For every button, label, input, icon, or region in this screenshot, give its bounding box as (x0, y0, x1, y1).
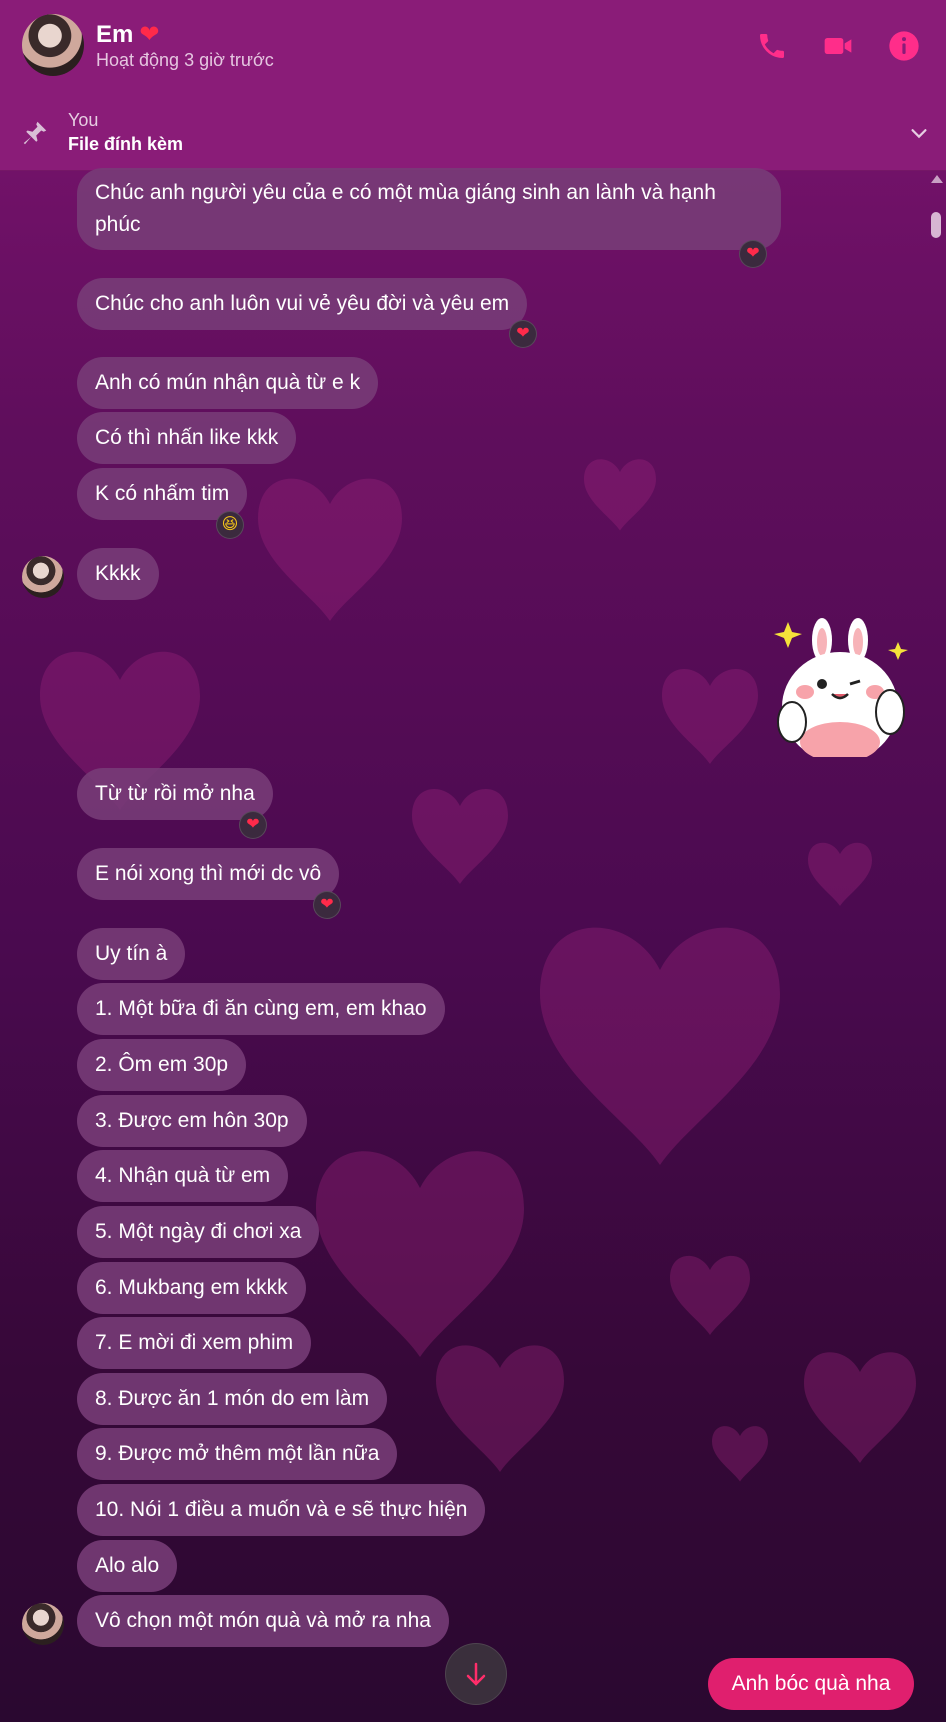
outgoing-message-bubble[interactable]: Anh bóc quà nha (708, 1658, 914, 1710)
heart-reaction[interactable]: ❤ (739, 240, 767, 268)
message-bubble[interactable]: Alo alo (77, 1540, 178, 1592)
pin-icon (23, 121, 47, 145)
sender-avatar[interactable] (22, 556, 64, 598)
video-call-icon[interactable] (822, 30, 854, 62)
pinned-message-bar[interactable]: You File đính kèm (0, 100, 946, 170)
message-bubble[interactable]: Uy tín à (77, 928, 186, 980)
sender-avatar[interactable] (22, 1603, 64, 1645)
scrollbar-thumb[interactable] (931, 212, 941, 238)
message-bubble[interactable]: 3. Được em hôn 30p (77, 1095, 307, 1147)
message-bubble[interactable]: Kkkk (77, 548, 159, 600)
heart-reaction[interactable]: ❤ (239, 811, 267, 839)
message-bubble[interactable]: 9. Được mở thêm một lần nữa (77, 1428, 398, 1480)
message-bubble[interactable]: 8. Được ăn 1 món do em làm (77, 1373, 388, 1425)
message-bubble[interactable]: Chúc anh người yêu của e có một mùa gián… (77, 168, 781, 250)
message-bubble[interactable]: Có thì nhấn like kkk (77, 412, 297, 464)
message-bubble[interactable]: 7. E mời đi xem phim (77, 1317, 312, 1369)
message-bubble[interactable]: 10. Nói 1 điều a muốn và e sẽ thực hiện (77, 1484, 486, 1536)
chevron-down-icon[interactable] (908, 122, 930, 144)
arrow-down-icon (466, 1662, 486, 1686)
message-bubble[interactable]: 1. Một bữa đi ăn cùng em, em khao (77, 983, 445, 1035)
pinned-message: File đính kèm (68, 134, 184, 154)
message-bubble[interactable]: 2. Ôm em 30p (77, 1039, 247, 1091)
contact-name-text: Em (96, 21, 134, 48)
message-bubble[interactable]: Vô chọn một món quà và mở ra nha (77, 1595, 449, 1647)
chat-header: Em ❤ Hoạt động 3 giờ trước You File đính … (0, 0, 946, 171)
contact-name[interactable]: Em ❤ (96, 20, 159, 49)
phone-icon[interactable] (756, 30, 788, 62)
message-bubble[interactable]: Chúc cho anh luôn vui vẻ yêu đời và yêu … (77, 278, 528, 330)
message-bubble[interactable]: 6. Mukbang em kkkk (77, 1262, 306, 1314)
bunny-sticker[interactable] (770, 612, 920, 757)
message-bubble[interactable]: 4. Nhận quà từ em (77, 1150, 289, 1202)
contact-avatar[interactable] (22, 14, 84, 76)
pinned-author: You (68, 110, 99, 130)
scroll-up-arrow[interactable] (931, 175, 943, 183)
message-bubble[interactable]: 5. Một ngày đi chơi xa (77, 1206, 320, 1258)
laugh-reaction[interactable]: 😆 (216, 511, 244, 539)
info-icon[interactable] (888, 30, 920, 62)
message-bubble[interactable]: Từ từ rồi mở nha (77, 768, 273, 820)
activity-status: Hoạt động 3 giờ trước (96, 50, 274, 70)
heart-reaction[interactable]: ❤ (313, 891, 341, 919)
scroll-to-bottom-button[interactable] (445, 1643, 507, 1705)
message-bubble[interactable]: Anh có mún nhận quà từ e k (77, 357, 379, 409)
heart-reaction[interactable]: ❤ (509, 320, 537, 348)
message-bubble[interactable]: E nói xong thì mới dc vô (77, 848, 340, 900)
heart-emoji: ❤ (139, 21, 160, 48)
